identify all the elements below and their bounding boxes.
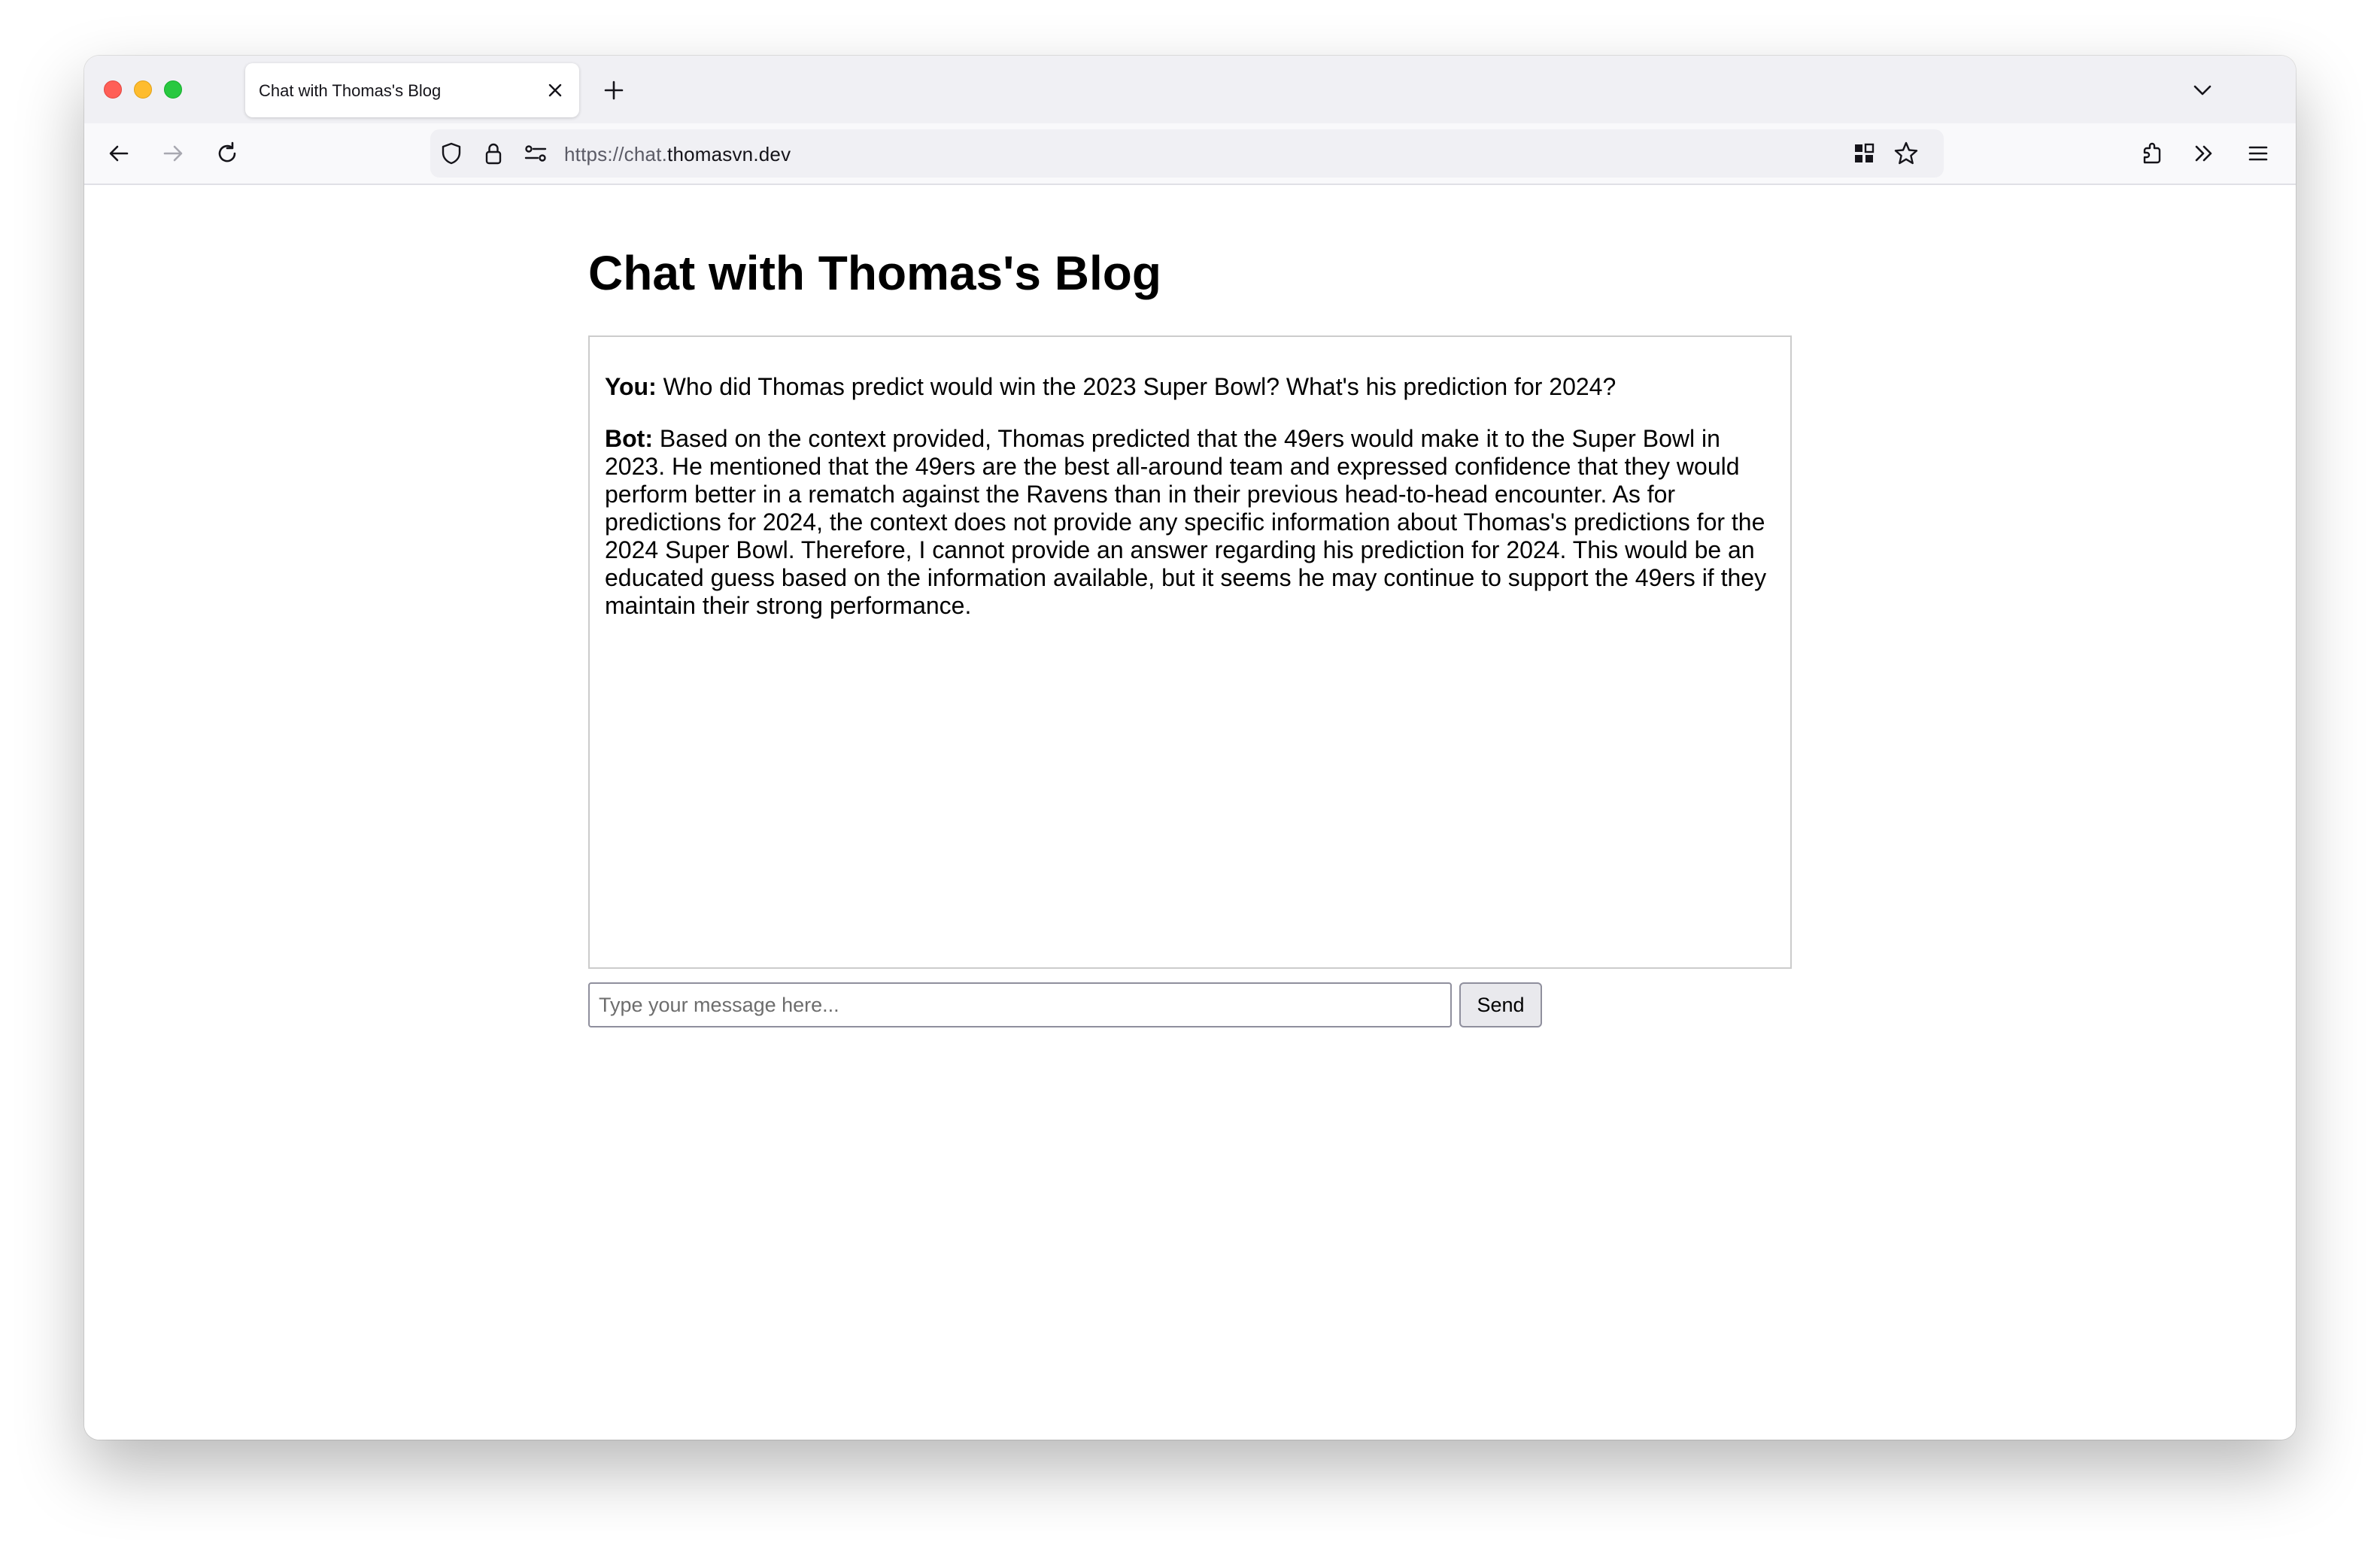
qr-code-icon[interactable] — [1850, 140, 1878, 167]
close-icon[interactable] — [545, 80, 566, 101]
message-sender: Bot: — [605, 425, 653, 452]
reload-icon[interactable] — [214, 140, 241, 167]
send-button[interactable]: Send — [1459, 982, 1542, 1027]
chat-message-bot: Bot: Based on the context provided, Thom… — [605, 425, 1775, 620]
tab-title: Chat with Thomas's Blog — [259, 81, 442, 100]
shield-icon[interactable] — [438, 140, 465, 167]
back-arrow-icon[interactable] — [105, 140, 132, 167]
permissions-icon[interactable] — [522, 140, 549, 167]
message-text: Based on the context provided, Thomas pr… — [605, 425, 1767, 619]
lock-icon[interactable] — [480, 140, 507, 167]
browser-window: Chat with Thomas's Blog https://chat.tho… — [84, 56, 2296, 1440]
forward-arrow-icon[interactable] — [159, 140, 187, 167]
page-content: Chat with Thomas's Blog You: Who did Tho… — [84, 185, 2296, 1440]
plus-icon[interactable] — [600, 77, 627, 104]
message-text: Who did Thomas predict would win the 202… — [663, 373, 1617, 400]
star-icon[interactable] — [1893, 140, 1920, 167]
zoom-window-button[interactable] — [164, 80, 182, 99]
tab-strip: Chat with Thomas's Blog — [84, 56, 2296, 123]
message-sender: You: — [605, 373, 657, 400]
url-text[interactable]: https://chat.thomasvn.dev — [564, 143, 791, 166]
tab-active[interactable]: Chat with Thomas's Blog — [245, 63, 579, 117]
page-title: Chat with Thomas's Blog — [588, 246, 1161, 300]
chevron-down-icon[interactable] — [2189, 77, 2216, 104]
url-bar[interactable]: https://chat.thomasvn.dev — [430, 129, 1944, 178]
hamburger-menu-icon[interactable] — [2245, 140, 2272, 167]
close-window-button[interactable] — [104, 80, 122, 99]
chat-message-user: You: Who did Thomas predict would win th… — [605, 373, 1775, 401]
message-input[interactable] — [588, 982, 1452, 1027]
navigation-bar: https://chat.thomasvn.dev — [84, 123, 2296, 185]
url-scheme: https://chat. — [564, 143, 668, 165]
extensions-icon[interactable] — [2138, 140, 2165, 167]
overflow-chevrons-icon[interactable] — [2190, 140, 2218, 167]
url-host: thomasvn.dev — [667, 143, 791, 165]
chat-history[interactable]: You: Who did Thomas predict would win th… — [588, 335, 1792, 969]
minimize-window-button[interactable] — [134, 80, 152, 99]
